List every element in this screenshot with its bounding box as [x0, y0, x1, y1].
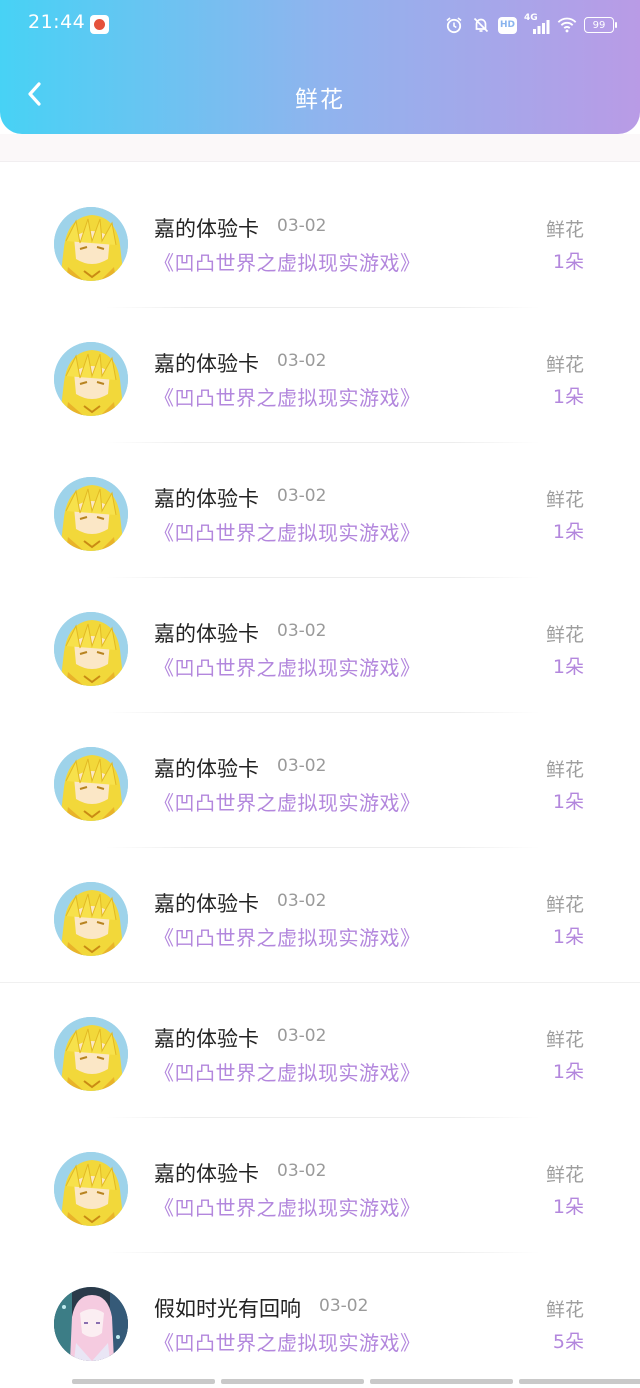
status-icons: HD 4G 99	[444, 13, 617, 36]
book-title[interactable]: 《凹凸世界之虚拟现实游戏》	[154, 382, 421, 411]
book-title[interactable]: 《凹凸世界之虚拟现实游戏》	[154, 652, 421, 681]
gift-record-item[interactable]: 嘉的体验卡 03-02 《凹凸世界之虚拟现实游戏》 鲜花 1朵	[0, 983, 640, 1118]
gift-record-item[interactable]: 嘉的体验卡 03-02 《凹凸世界之虚拟现实游戏》 鲜花 1朵	[0, 848, 640, 983]
avatar[interactable]	[54, 477, 128, 551]
gift-count: 1朵	[552, 791, 584, 813]
record-date: 03-02	[277, 486, 327, 506]
user-name: 嘉的体验卡	[154, 757, 259, 781]
avatar[interactable]	[54, 1017, 128, 1091]
user-name: 嘉的体验卡	[154, 892, 259, 916]
gift-type-label: 鲜花	[545, 489, 584, 511]
gift-count: 1朵	[552, 251, 584, 273]
gift-record-item[interactable]: 嘉的体验卡 03-02 《凹凸世界之虚拟现实游戏》 鲜花 1朵	[0, 578, 640, 713]
hd-badge: HD	[498, 16, 517, 34]
pink-hair-character-avatar-image	[54, 1287, 128, 1361]
bottom-scroll-indicator	[72, 1379, 640, 1384]
record-date: 03-02	[277, 1161, 327, 1181]
gift-record-item[interactable]: 假如时光有回响 03-02 《凹凸世界之虚拟现实游戏》 鲜花 5朵	[0, 1253, 640, 1388]
mute-bell-icon	[471, 15, 491, 35]
signal-icon: 4G	[524, 13, 550, 35]
blonde-character-avatar-image	[54, 207, 128, 281]
gift-record-item[interactable]: 嘉的体验卡 03-02 《凹凸世界之虚拟现实游戏》 鲜花 1朵	[0, 713, 640, 848]
user-name: 嘉的体验卡	[154, 1162, 259, 1186]
alarm-icon	[444, 15, 464, 35]
gift-record-item[interactable]: 嘉的体验卡 03-02 《凹凸世界之虚拟现实游戏》 鲜花 1朵	[0, 1118, 640, 1253]
book-title[interactable]: 《凹凸世界之虚拟现实游戏》	[154, 1057, 421, 1086]
book-title[interactable]: 《凹凸世界之虚拟现实游戏》	[154, 922, 421, 951]
gift-record-item[interactable]: 嘉的体验卡 03-02 《凹凸世界之虚拟现实游戏》 鲜花 1朵	[0, 173, 640, 308]
wifi-icon	[557, 15, 577, 35]
record-date: 03-02	[277, 1026, 327, 1046]
gift-type-label: 鲜花	[545, 219, 584, 241]
app-notification-icon	[90, 15, 109, 34]
blonde-character-avatar-image	[54, 1017, 128, 1091]
user-name: 嘉的体验卡	[154, 217, 259, 241]
record-date: 03-02	[277, 351, 327, 371]
avatar[interactable]	[54, 1287, 128, 1361]
battery-icon: 99	[584, 17, 617, 33]
user-name: 嘉的体验卡	[154, 622, 259, 646]
blonde-character-avatar-image	[54, 747, 128, 821]
user-name: 嘉的体验卡	[154, 1027, 259, 1051]
blonde-character-avatar-image	[54, 612, 128, 686]
blonde-character-avatar-image	[54, 477, 128, 551]
header-shadow-strip	[0, 134, 640, 162]
gift-count: 1朵	[552, 656, 584, 678]
record-date: 03-02	[319, 1296, 369, 1316]
book-title[interactable]: 《凹凸世界之虚拟现实游戏》	[154, 247, 421, 276]
gift-count: 1朵	[552, 521, 584, 543]
status-bar: 21:44 HD 4G 99	[0, 0, 640, 48]
gift-record-list: 嘉的体验卡 03-02 《凹凸世界之虚拟现实游戏》 鲜花 1朵 嘉的体验卡 03…	[0, 173, 640, 1388]
gift-type-label: 鲜花	[545, 1299, 584, 1321]
gift-type-label: 鲜花	[545, 1029, 584, 1051]
record-date: 03-02	[277, 891, 327, 911]
blonde-character-avatar-image	[54, 342, 128, 416]
record-date: 03-02	[277, 216, 327, 236]
header-bar: 21:44 HD 4G 99 鲜花	[0, 0, 640, 134]
avatar[interactable]	[54, 207, 128, 281]
gift-count: 1朵	[552, 1196, 584, 1218]
gift-count: 1朵	[552, 1061, 584, 1083]
gift-count: 5朵	[552, 1331, 584, 1353]
network-type-label: 4G	[524, 13, 538, 23]
book-title[interactable]: 《凹凸世界之虚拟现实游戏》	[154, 1192, 421, 1221]
gift-record-item[interactable]: 嘉的体验卡 03-02 《凹凸世界之虚拟现实游戏》 鲜花 1朵	[0, 443, 640, 578]
gift-count: 1朵	[552, 926, 584, 948]
avatar[interactable]	[54, 342, 128, 416]
blonde-character-avatar-image	[54, 882, 128, 956]
user-name: 假如时光有回响	[154, 1297, 301, 1321]
avatar[interactable]	[54, 747, 128, 821]
page-title: 鲜花	[295, 87, 345, 113]
record-date: 03-02	[277, 756, 327, 776]
gift-count: 1朵	[552, 386, 584, 408]
user-name: 嘉的体验卡	[154, 352, 259, 376]
gift-type-label: 鲜花	[545, 1164, 584, 1186]
status-time: 21:44	[28, 11, 86, 33]
avatar[interactable]	[54, 1152, 128, 1226]
user-name: 嘉的体验卡	[154, 487, 259, 511]
book-title[interactable]: 《凹凸世界之虚拟现实游戏》	[154, 1327, 421, 1356]
gift-type-label: 鲜花	[545, 624, 584, 646]
avatar[interactable]	[54, 612, 128, 686]
avatar[interactable]	[54, 882, 128, 956]
gift-type-label: 鲜花	[545, 354, 584, 376]
gift-record-item[interactable]: 嘉的体验卡 03-02 《凹凸世界之虚拟现实游戏》 鲜花 1朵	[0, 308, 640, 443]
book-title[interactable]: 《凹凸世界之虚拟现实游戏》	[154, 787, 421, 816]
book-title[interactable]: 《凹凸世界之虚拟现实游戏》	[154, 517, 421, 546]
record-date: 03-02	[277, 621, 327, 641]
gift-type-label: 鲜花	[545, 894, 584, 916]
blonde-character-avatar-image	[54, 1152, 128, 1226]
gift-type-label: 鲜花	[545, 759, 584, 781]
